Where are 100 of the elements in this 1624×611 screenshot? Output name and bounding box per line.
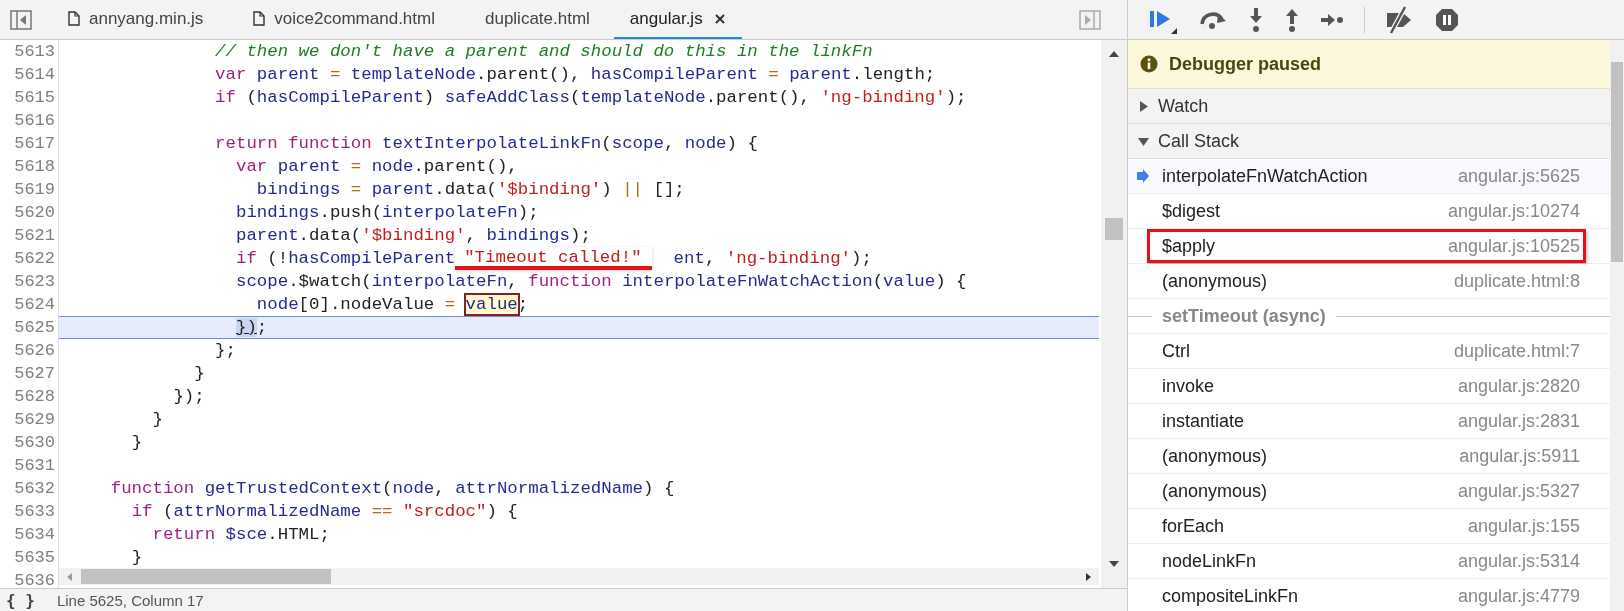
- line-number: 5616: [0, 109, 59, 132]
- scroll-right-icon[interactable]: [1085, 571, 1093, 582]
- scrollbar-thumb[interactable]: [81, 569, 331, 584]
- code-line: var parent = node.parent(),: [235, 156, 519, 178]
- line-number: 5617: [0, 132, 59, 155]
- call-frame[interactable]: (anonymous) duplicate.html:8: [1128, 264, 1610, 299]
- scrollbar-thumb[interactable]: [1611, 62, 1623, 262]
- call-frame[interactable]: forEach angular.js:155: [1128, 509, 1610, 544]
- frame-location: angular.js:2831: [1457, 410, 1580, 432]
- code-line: }: [193, 363, 206, 385]
- function-name: nodeLinkFn: [1162, 550, 1257, 572]
- sidebar-toggle-icon[interactable]: [10, 9, 32, 30]
- function-name: $digest: [1162, 200, 1221, 222]
- call-frame[interactable]: $digest angular.js:10274: [1128, 194, 1610, 229]
- code-line: });: [172, 386, 206, 408]
- code-line: scope.$watch(interpolateFn, function interpolateFnWatchAction(value) {: [235, 271, 968, 293]
- line-number: 5627: [0, 362, 59, 385]
- code-line: if (hasCompileParent) safeAddClass(templateNode.parent(), 'ng-binding');: [214, 87, 968, 109]
- function-name: (anonymous): [1162, 270, 1268, 292]
- line-number: 5632: [0, 477, 59, 500]
- frame-location: angular.js:10274: [1447, 200, 1580, 222]
- line-number: 5619: [0, 178, 59, 201]
- call-frame[interactable]: (anonymous) angular.js:5911: [1128, 439, 1610, 474]
- call-frame[interactable]: interpolateFnWatchAction angular.js:5625: [1128, 159, 1610, 194]
- frame-location: angular.js:10525: [1447, 235, 1580, 257]
- frame-location: duplicate.html:7: [1453, 340, 1580, 362]
- async-label: setTimeout (async): [1162, 305, 1326, 327]
- frame-location: angular.js:155: [1467, 515, 1580, 537]
- line-number: 5618: [0, 155, 59, 178]
- line-number: 5614: [0, 63, 59, 86]
- frame-location: angular.js:4779: [1457, 585, 1580, 607]
- call-frame[interactable]: compositeLinkFn angular.js:4779: [1128, 579, 1610, 611]
- line-number: 5626: [0, 339, 59, 362]
- line-number: 5622: [0, 247, 59, 270]
- call-frame[interactable]: $apply angular.js:10525: [1128, 229, 1610, 264]
- frame-location: angular.js:2820: [1457, 375, 1580, 397]
- code-line: return function textInterpolateLinkFn(scope, node) {: [214, 133, 759, 155]
- line-number: 5623: [0, 270, 59, 293]
- file-icon: [68, 11, 80, 26]
- cursor-position: Line 5625, Column 17: [56, 591, 204, 609]
- line-number: 5631: [0, 454, 59, 477]
- function-name: compositeLinkFn: [1162, 585, 1299, 607]
- code-line: bindings.push(interpolateFn);: [235, 202, 540, 224]
- scrollbar-thumb[interactable]: [1105, 218, 1123, 240]
- file-tab[interactable]: voice2command.html: [227, 0, 459, 39]
- frame-location: angular.js:5625: [1457, 165, 1580, 187]
- function-name: instantiate: [1162, 410, 1245, 432]
- code-line: };: [214, 340, 237, 362]
- code-line: ent, 'ng-binding');: [673, 249, 872, 268]
- code-line: }: [151, 409, 164, 431]
- value-tooltip: "Timeout called!": [455, 247, 652, 270]
- code-line: if (!hasCompileParent: [235, 249, 456, 268]
- code-line: // then we don't have a parent and should do this in the linkFn: [214, 41, 874, 63]
- call-frame[interactable]: Ctrl duplicate.html:7: [1128, 334, 1610, 369]
- frame-location: angular.js:5327: [1457, 480, 1580, 502]
- code-line: }: [130, 547, 144, 569]
- line-number: 5613: [0, 40, 59, 63]
- line-number: 5615: [0, 86, 59, 109]
- step-icon[interactable]: [1320, 11, 1344, 28]
- frame-location: angular.js:5314: [1457, 550, 1580, 572]
- vertical-scrollbar[interactable]: [1101, 40, 1127, 588]
- close-icon[interactable]: [713, 12, 726, 25]
- file-tab[interactable]: annyang.min.js: [42, 0, 228, 39]
- code-line: if (attrNormalizedName == "srcdoc") {: [130, 501, 519, 523]
- call-frame[interactable]: invoke angular.js:2820: [1128, 369, 1610, 404]
- collapse-triangle-icon: [1138, 135, 1149, 147]
- line-number: 5633: [0, 500, 59, 523]
- file-icon: [253, 11, 266, 26]
- function-name: invoke: [1162, 375, 1215, 397]
- call-frame[interactable]: instantiate angular.js:2831: [1128, 404, 1610, 439]
- scroll-down-icon[interactable]: [1108, 560, 1120, 568]
- format-button[interactable]: { }: [0, 590, 41, 610]
- horizontal-scrollbar[interactable]: [59, 568, 1099, 585]
- line-number: 5629: [0, 408, 59, 431]
- code-line: var parent = templateNode.parent(), hasCompileParent = parent.length;: [214, 64, 937, 86]
- banner-text: Debugger paused: [1169, 53, 1322, 75]
- scroll-up-icon[interactable]: [1108, 50, 1120, 58]
- function-name: (anonymous): [1162, 480, 1268, 502]
- code-line: parent.data('$binding', bindings);: [235, 225, 592, 247]
- sidebar-toggle-icon[interactable]: [1079, 9, 1101, 30]
- function-name: interpolateFnWatchAction: [1162, 165, 1368, 187]
- line-number: 5630: [0, 431, 59, 454]
- expand-triangle-icon: [1138, 100, 1149, 112]
- pause-icon[interactable]: [1435, 7, 1459, 32]
- function-name: forEach: [1162, 515, 1225, 537]
- line-number: 5624: [0, 293, 59, 316]
- call-frame[interactable]: (anonymous) angular.js:5327: [1128, 474, 1610, 509]
- function-name: Ctrl: [1162, 340, 1190, 362]
- call-frame[interactable]: nodeLinkFn angular.js:5314: [1128, 544, 1610, 579]
- function-name: (anonymous): [1162, 445, 1268, 467]
- code-line: return $sce.HTML;: [151, 524, 331, 546]
- code-line: node[0].nodeValue = value;: [255, 294, 530, 316]
- code-line: function getTrustedContext(node, attrNormalizedName) {: [109, 478, 676, 500]
- info-icon: [1140, 55, 1158, 73]
- line-number: 5620: [0, 201, 59, 224]
- step-into-icon[interactable]: [1248, 6, 1264, 33]
- line-number: 5628: [0, 385, 59, 408]
- file-tab[interactable]: duplicate.html: [458, 0, 614, 39]
- frame-location: angular.js:5911: [1459, 445, 1580, 467]
- file-tab[interactable]: angular.js: [613, 0, 742, 39]
